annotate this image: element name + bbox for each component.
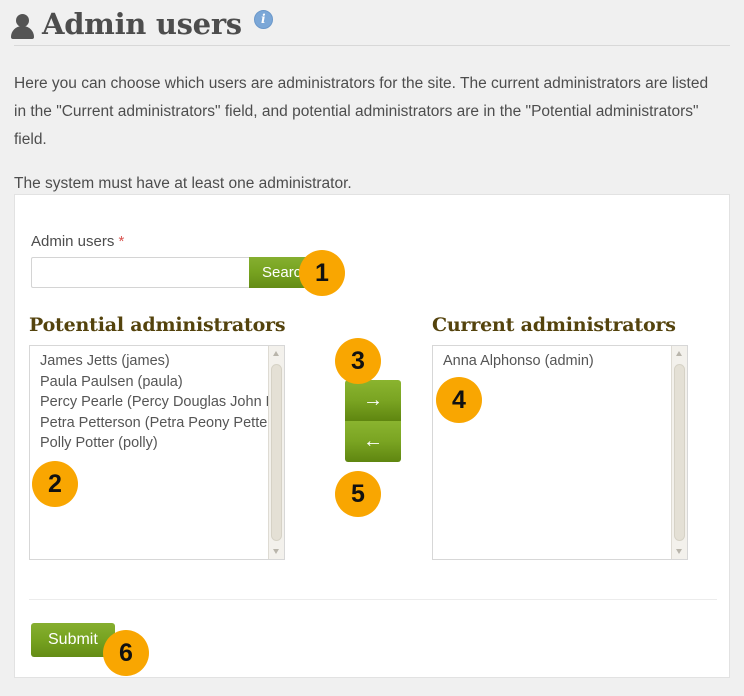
- search-row: Search: [31, 257, 323, 288]
- arrow-right-icon: →: [363, 389, 383, 411]
- info-icon[interactable]: i: [253, 9, 273, 29]
- callout-badge-5: 5: [335, 471, 381, 517]
- scroll-up-icon[interactable]: [269, 346, 284, 361]
- current-administrators-heading: Current administrators: [432, 314, 676, 336]
- admin-users-field-label-text: Admin users: [31, 233, 115, 250]
- transfer-buttons: → ←: [345, 380, 401, 462]
- callout-badge-4: 4: [436, 377, 482, 423]
- admin-users-field-label: Admin users *: [31, 233, 124, 250]
- list-item[interactable]: Percy Pearle (Percy Douglas John Pearle): [40, 392, 268, 413]
- page-header-row: Admin users i: [0, 0, 744, 44]
- header-divider: [14, 45, 730, 46]
- current-administrators-items: Anna Alphonso (admin): [433, 351, 671, 372]
- add-administrator-button[interactable]: →: [345, 380, 401, 421]
- required-marker: *: [118, 233, 125, 250]
- callout-badge-2: 2: [32, 461, 78, 507]
- current-administrators-listbox[interactable]: Anna Alphonso (admin): [432, 345, 688, 560]
- potential-administrators-heading: Potential administrators: [29, 314, 286, 336]
- search-input[interactable]: [31, 257, 249, 288]
- intro-paragraph-1: Here you can choose which users are admi…: [14, 75, 709, 148]
- callout-badge-1: 1: [299, 250, 345, 296]
- scroll-down-icon[interactable]: [672, 544, 687, 559]
- current-list-scrollbar[interactable]: [671, 346, 687, 559]
- scroll-up-icon[interactable]: [672, 346, 687, 361]
- page-header: Admin users i: [0, 0, 744, 48]
- potential-administrators-listbox[interactable]: James Jetts (james) Paula Paulsen (paula…: [29, 345, 285, 560]
- scrollbar-thumb[interactable]: [674, 364, 685, 541]
- scrollbar-thumb[interactable]: [271, 364, 282, 541]
- list-item[interactable]: Anna Alphonso (admin): [443, 351, 671, 372]
- callout-badge-3: 3: [335, 338, 381, 384]
- admin-users-form-panel: Admin users * Search Potential administr…: [14, 194, 730, 678]
- callout-badge-6: 6: [103, 630, 149, 676]
- potential-administrators-items: James Jetts (james) Paula Paulsen (paula…: [30, 351, 268, 454]
- intro-text: Here you can choose which users are admi…: [14, 70, 720, 198]
- page-title: Admin users: [42, 7, 242, 41]
- list-item[interactable]: Paula Paulsen (paula): [40, 372, 268, 393]
- list-item[interactable]: Petra Petterson (Petra Peony Petterson): [40, 413, 268, 434]
- arrow-left-icon: ←: [363, 430, 383, 452]
- list-item[interactable]: James Jetts (james): [40, 351, 268, 372]
- remove-administrator-button[interactable]: ←: [345, 421, 401, 462]
- list-item[interactable]: Polly Potter (polly): [40, 433, 268, 454]
- scroll-down-icon[interactable]: [269, 544, 284, 559]
- form-footer-divider: [29, 599, 717, 600]
- person-icon: [10, 10, 36, 39]
- potential-list-scrollbar[interactable]: [268, 346, 284, 559]
